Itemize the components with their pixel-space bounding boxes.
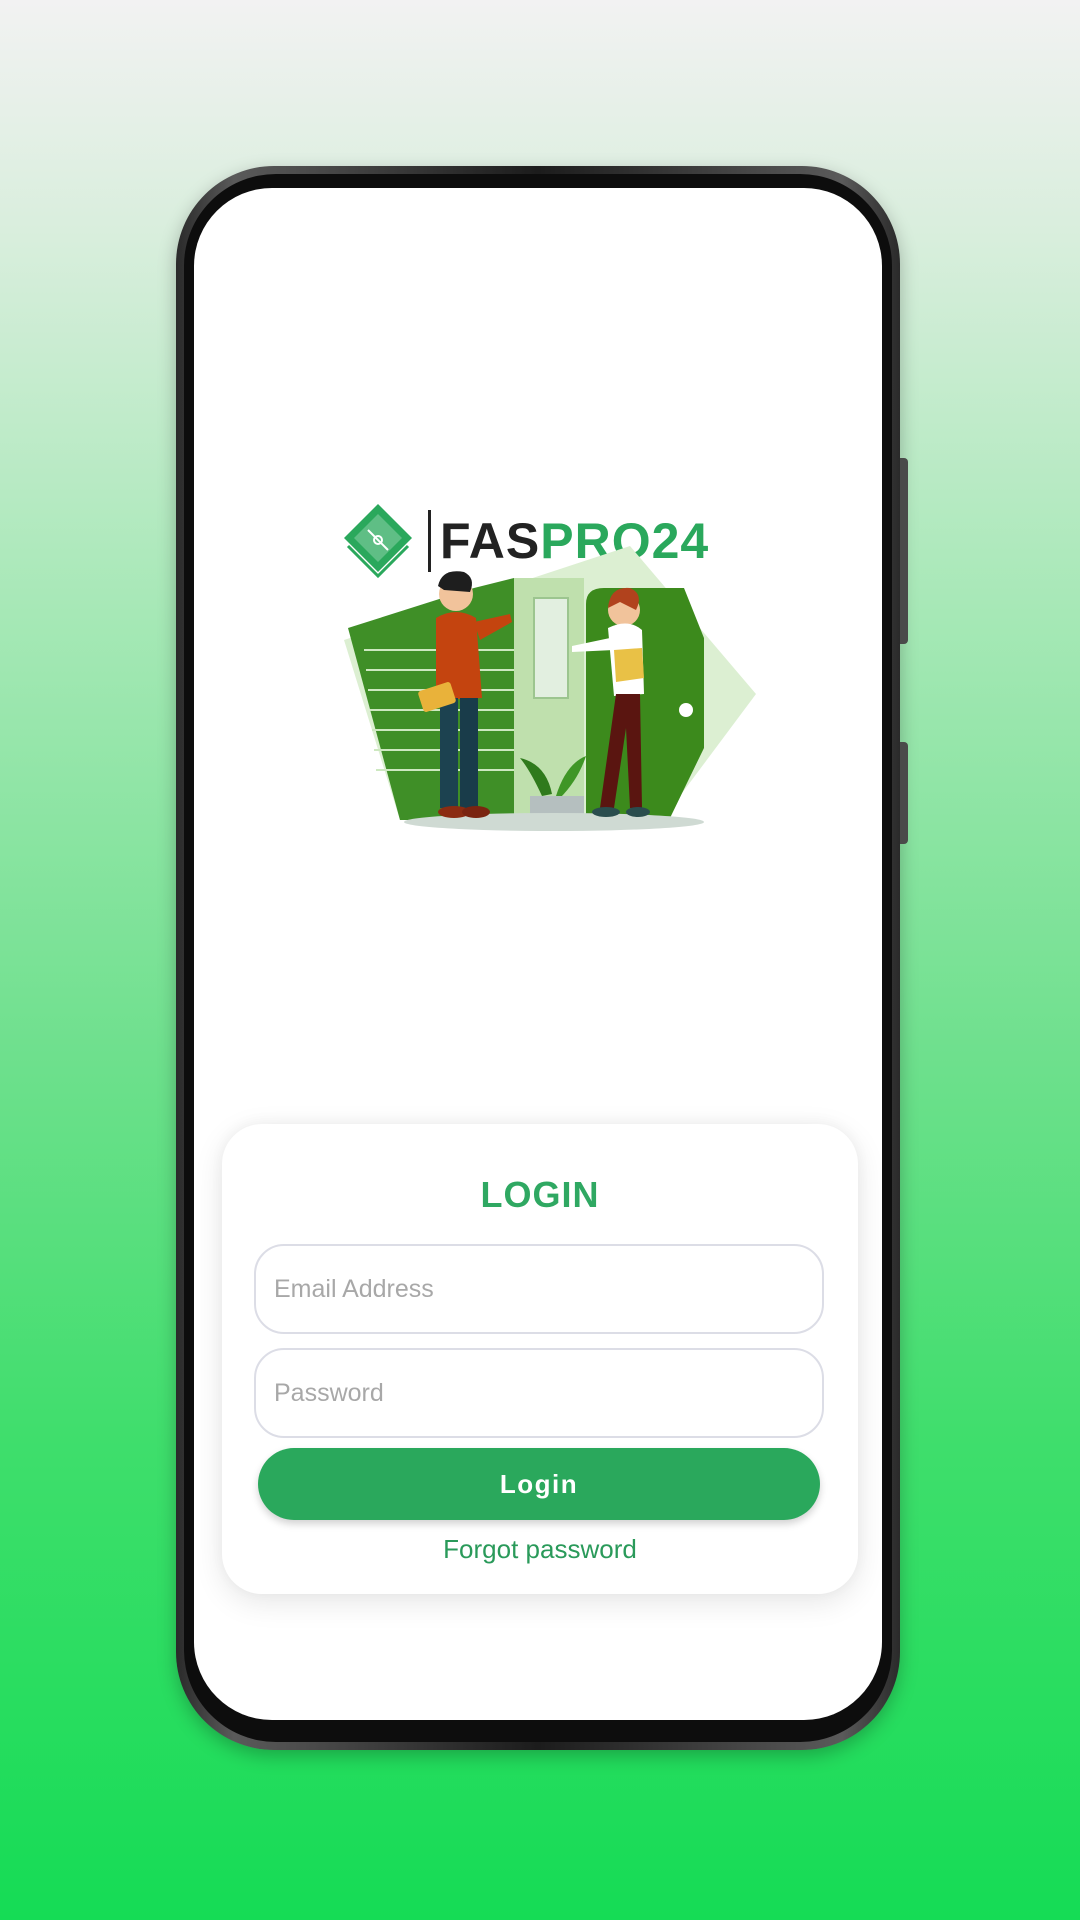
phone-frame: FASPRO24 LOGIN Email Address Login Forgo… [176,166,908,1750]
login-card: LOGIN Login Forgot password [222,1124,858,1594]
email-field[interactable] [254,1244,824,1334]
power-button [900,742,908,844]
password-field[interactable] [254,1348,824,1438]
login-title: LOGIN [480,1174,600,1215]
app-screen: FASPRO24 LOGIN Email Address Login Forgo… [194,188,882,1720]
hero-illustration [324,518,784,838]
forgot-password-link[interactable]: Forgot password [222,1534,858,1565]
volume-button [900,458,908,644]
login-button[interactable]: Login [258,1448,820,1520]
